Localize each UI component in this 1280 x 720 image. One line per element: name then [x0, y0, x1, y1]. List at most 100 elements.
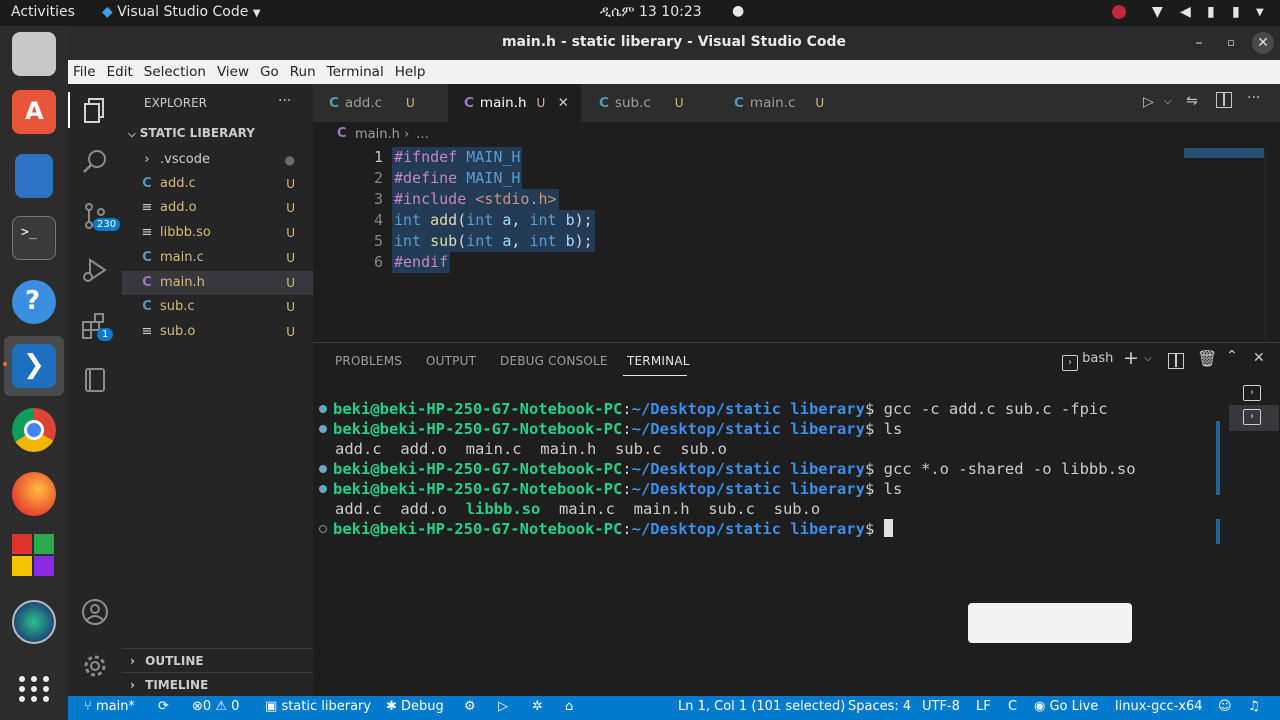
bell-icon[interactable]: ♫ [1248, 699, 1260, 714]
trash-icon[interactable]: 🗑 [1197, 349, 1217, 368]
debug-indicator[interactable]: ✱ Debug [386, 699, 444, 714]
tab-debug-console[interactable]: DEBUG CONSOLE [500, 354, 608, 368]
window-titlebar[interactable]: main.h - static liberary - Visual Studio… [68, 26, 1280, 60]
cursor-position[interactable]: Ln 1, Col 1 (101 selected) [678, 699, 845, 714]
feedback-icon[interactable]: ☺ [1218, 699, 1232, 714]
terminal-instance-2-icon[interactable]: › [1243, 409, 1261, 425]
menu-file[interactable]: File [68, 60, 102, 80]
menu-run[interactable]: Run [285, 60, 322, 80]
tree-item-sub-o[interactable]: ≡ sub.o U [122, 320, 313, 344]
encoding[interactable]: UTF-8 [922, 699, 960, 714]
minimap-selection[interactable] [1184, 148, 1264, 158]
firefox-icon[interactable] [12, 472, 56, 516]
activities-button[interactable]: Activities [11, 4, 75, 20]
system-menu-icon[interactable]: ▼ [1256, 7, 1264, 18]
untracked-badge: U [286, 177, 295, 191]
run-dropdown-icon[interactable]: ⌵ [1164, 96, 1172, 107]
tab-sub-c[interactable]: Csub.c U [599, 84, 684, 122]
terminal-icon[interactable]: >_ [12, 216, 56, 260]
menu-terminal[interactable]: Terminal [322, 60, 390, 80]
explorer-icon[interactable] [81, 96, 109, 124]
tree-item-add-o[interactable]: ≡ add.o U [122, 196, 313, 220]
language-mode[interactable]: C [1008, 699, 1017, 714]
microphone-icon[interactable]: ▮ [1207, 4, 1215, 20]
breadcrumb-file[interactable]: main.h [355, 127, 400, 142]
tab-terminal[interactable]: TERMINAL [627, 354, 690, 368]
volume-icon[interactable]: ◀ [1180, 4, 1191, 20]
menu-view[interactable]: View [212, 60, 255, 80]
editor-scrollbar[interactable] [1265, 146, 1279, 342]
app-menu[interactable]: ◆ Visual Studio Code ▼ [102, 4, 261, 20]
browser-icon[interactable] [12, 600, 56, 644]
vscode-dock-icon[interactable]: ❯ [12, 344, 56, 388]
menu-selection[interactable]: Selection [139, 60, 212, 80]
maximize-button[interactable]: ▫ [1220, 32, 1242, 54]
text-editor-icon[interactable] [15, 154, 53, 198]
files-icon[interactable] [12, 32, 56, 76]
tree-item-add-c[interactable]: C add.c U [122, 172, 313, 196]
tab-main-h[interactable]: Cmain.h U ✕ [448, 84, 581, 122]
tree-item-libbb-so[interactable]: ≡ libbb.so U [122, 221, 313, 245]
sync-icon[interactable]: ⟳ [158, 699, 169, 714]
wifi-icon[interactable]: ▼ [1152, 4, 1163, 20]
timeline-section[interactable]: › TIMELINE [122, 672, 313, 696]
record-icon[interactable] [1112, 5, 1126, 19]
go-live-button[interactable]: ◉ Go Live [1034, 699, 1098, 714]
menu-help[interactable]: Help [390, 60, 432, 80]
terminal-dropdown-icon[interactable]: ⌵ [1144, 353, 1152, 364]
extensions-icon[interactable]: 1 [81, 312, 114, 341]
build-settings-icon[interactable]: ⚙ [464, 699, 476, 714]
tab-problems[interactable]: PROBLEMS [335, 354, 402, 368]
accounts-icon[interactable] [81, 598, 109, 626]
outline-section[interactable]: › OUTLINE [122, 648, 313, 672]
close-panel-icon[interactable]: ✕ [1253, 350, 1265, 366]
new-terminal-button[interactable]: + [1123, 347, 1139, 369]
split-terminal-icon[interactable] [1168, 353, 1184, 369]
office-icon[interactable] [12, 534, 56, 578]
battery-icon[interactable]: ▮ [1232, 4, 1240, 20]
tree-item-main-h[interactable]: C main.h U [122, 271, 313, 295]
search-icon[interactable] [81, 148, 109, 176]
tab-add-c[interactable]: Cadd.c U [329, 84, 415, 122]
minimize-button[interactable]: – [1188, 32, 1210, 54]
explorer-more-button[interactable]: ··· [278, 93, 291, 109]
folder-header[interactable]: ⌵ STATIC LIBERARY [128, 126, 255, 140]
more-actions-icon[interactable]: ··· [1247, 90, 1260, 106]
code-editor[interactable]: 1 2 3 4 5 6 #ifndef MAIN_H #define MAIN_… [313, 146, 1280, 342]
help-icon[interactable]: ? [12, 280, 56, 324]
menu-edit[interactable]: Edit [102, 60, 139, 80]
tree-item-vscode[interactable]: › .vscode ● [122, 148, 313, 172]
run-icon[interactable]: ▷ [498, 699, 508, 714]
breadcrumb-more[interactable]: … [416, 127, 429, 142]
debug-bug-icon[interactable]: ✲ [532, 699, 543, 714]
run-button[interactable]: ▷ [1143, 94, 1154, 110]
cpp-config[interactable]: linux-gcc-x64 [1115, 699, 1203, 714]
chrome-icon[interactable] [12, 408, 56, 452]
terminal-shell-selector[interactable]: › bash [1062, 351, 1113, 371]
line-ending[interactable]: LF [976, 699, 991, 714]
menu-go[interactable]: Go [255, 60, 285, 80]
terminal-scrollbar[interactable] [1216, 399, 1220, 569]
tab-output[interactable]: OUTPUT [426, 354, 476, 368]
compare-changes-icon[interactable]: ⇋ [1186, 93, 1198, 109]
branch-indicator[interactable]: ⑂ main* [84, 699, 135, 714]
terminal-instance-1-icon[interactable]: › [1243, 385, 1261, 401]
remote-explorer-icon[interactable] [81, 366, 109, 394]
software-center-icon[interactable]: A [12, 90, 56, 134]
split-editor-icon[interactable] [1216, 92, 1232, 108]
settings-gear-icon[interactable] [81, 652, 109, 680]
tab-main-c[interactable]: Cmain.c U [734, 84, 824, 122]
clock[interactable]: ዲሴም 13 10:23 [600, 4, 702, 20]
problems-indicator[interactable]: ⊗0 ⚠ 0 [192, 699, 239, 714]
close-tab-icon[interactable]: ✕ [558, 95, 569, 111]
maximize-panel-icon[interactable]: ⌃ [1226, 348, 1238, 364]
indentation[interactable]: Spaces: 4 [848, 699, 911, 714]
folder-indicator[interactable]: ▣ static liberary [265, 699, 371, 714]
run-debug-icon[interactable] [81, 256, 109, 284]
show-apps-icon[interactable] [17, 674, 51, 704]
tree-item-main-c[interactable]: C main.c U [122, 246, 313, 270]
close-window-button[interactable]: ✕ [1252, 32, 1274, 54]
trash-icon[interactable]: ⌂ [565, 699, 573, 714]
tree-item-sub-c[interactable]: C sub.c U [122, 295, 313, 319]
source-control-icon[interactable]: 230 [81, 202, 121, 231]
